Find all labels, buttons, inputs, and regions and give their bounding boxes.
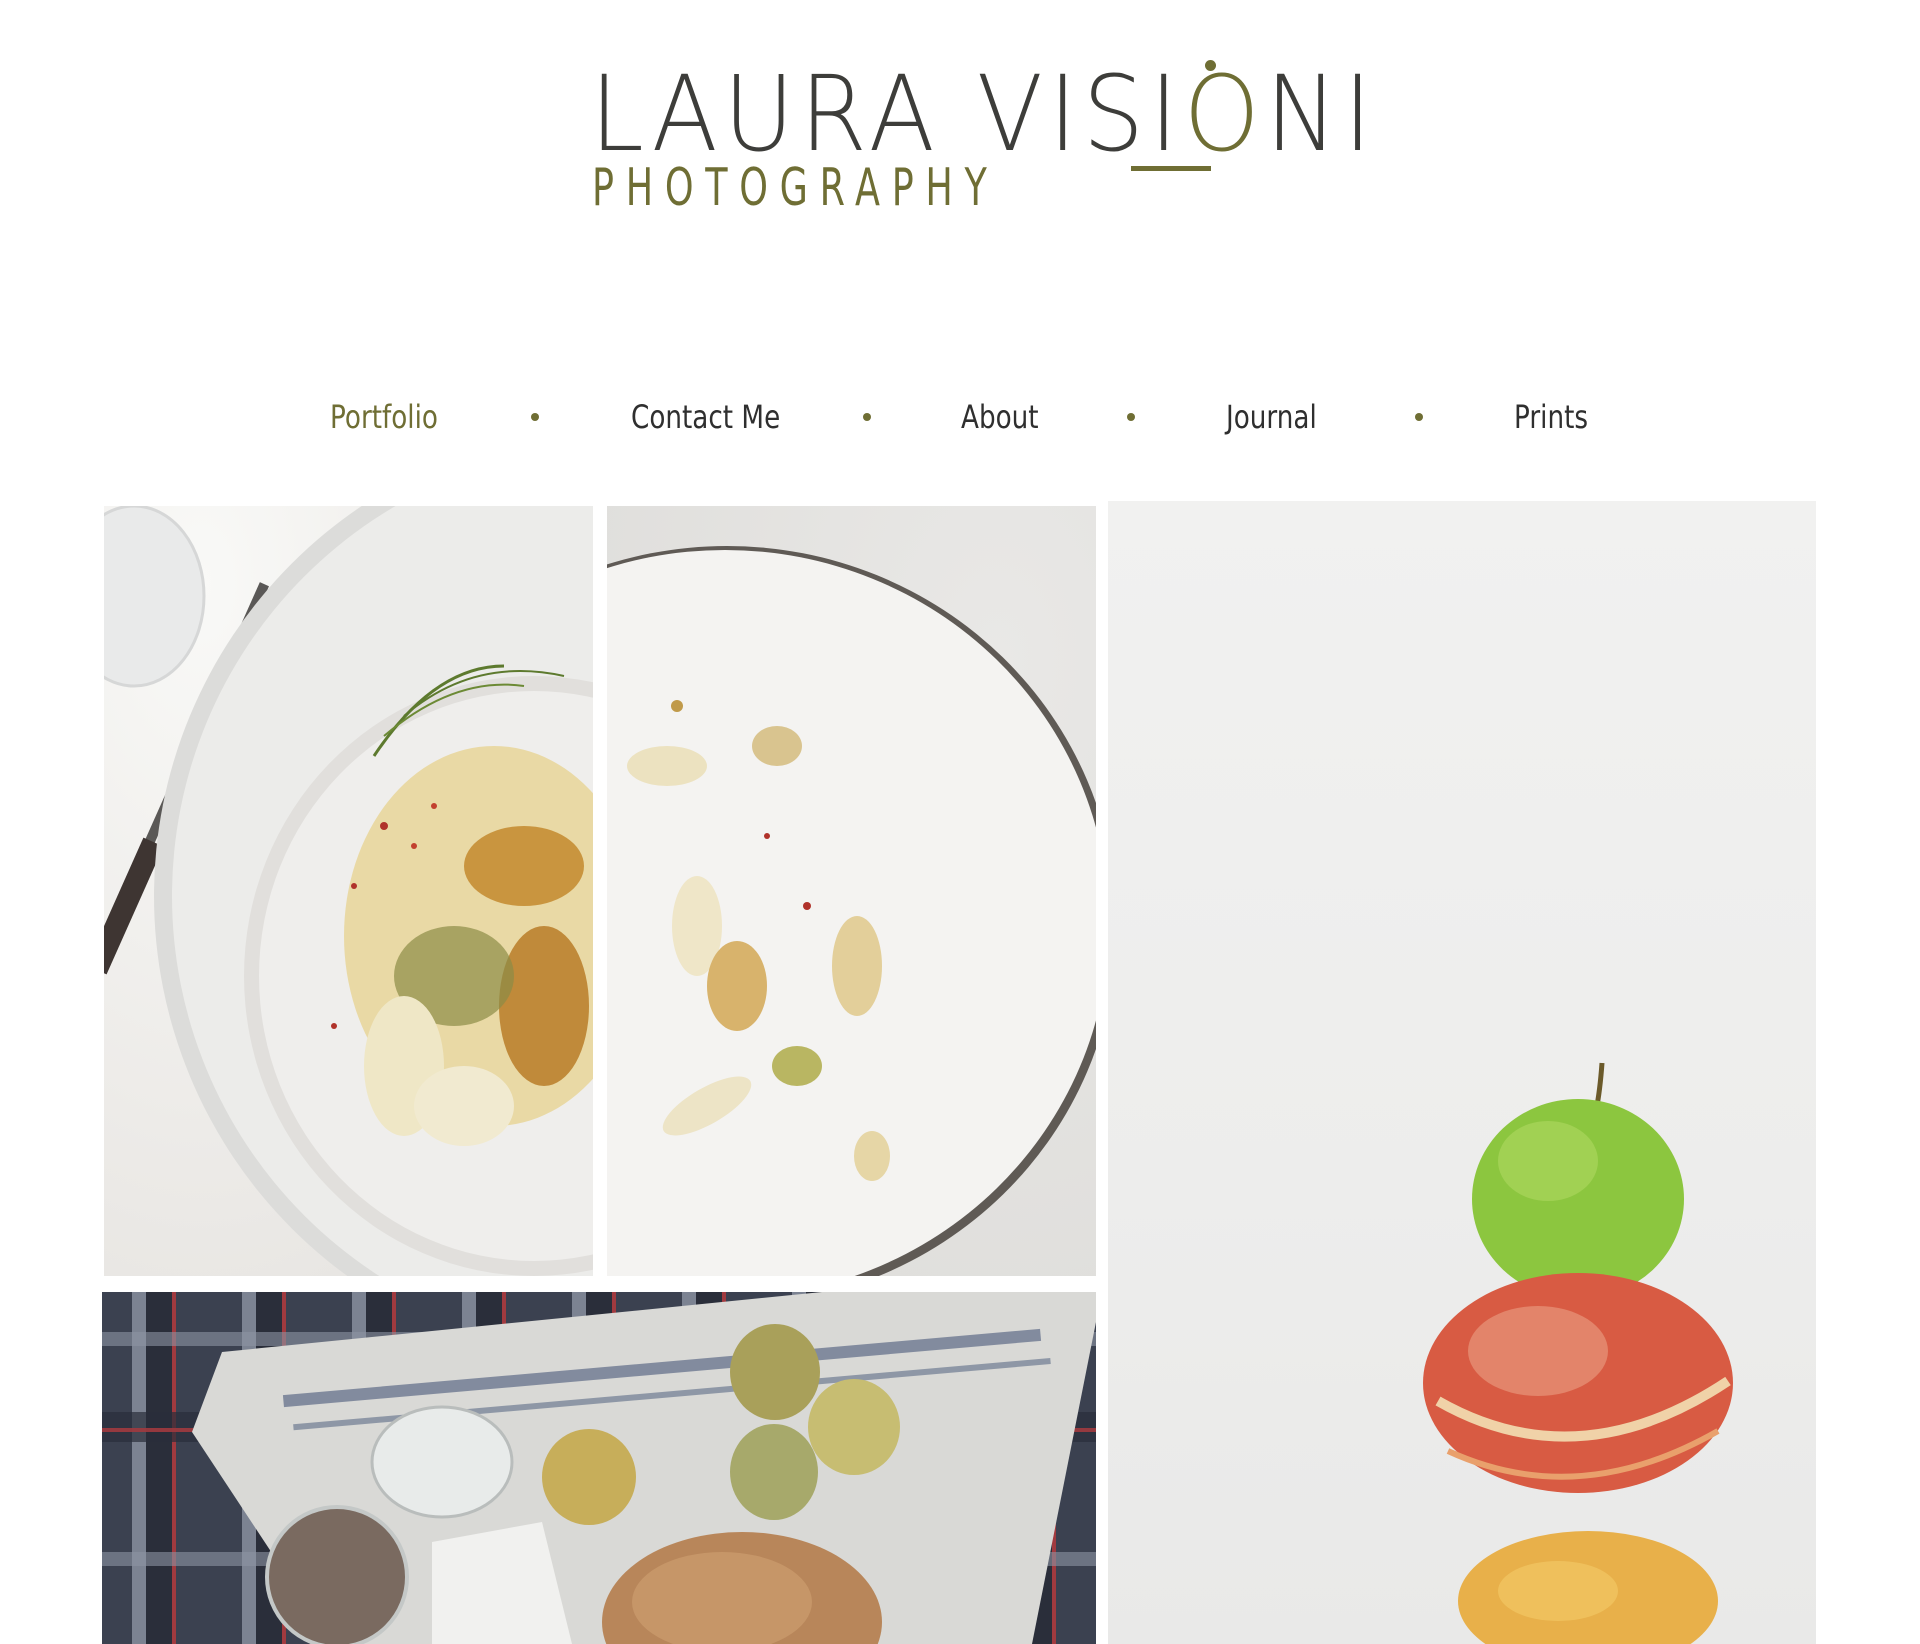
nav-separator-dot	[1127, 413, 1135, 421]
picnic-illustration	[102, 1292, 1096, 1644]
logo-dot-mark	[1205, 60, 1216, 71]
logo-bar-mark	[1131, 166, 1211, 171]
logo-name-part1: LAURA VISI	[590, 53, 1184, 175]
nav-item-portfolio[interactable]: Portfolio	[330, 392, 438, 442]
logo-tagline: PHOTOGRAPHY	[592, 158, 999, 218]
logo-name-o: O	[1183, 53, 1266, 175]
logo-wordmark: LAURA VISIONI	[590, 62, 1377, 166]
nav-item-prints[interactable]: Prints	[1514, 392, 1588, 442]
nav-item-journal[interactable]: Journal	[1226, 392, 1317, 442]
apples-illustration	[1423, 1062, 1733, 1644]
gallery-image-fennel-plate-left[interactable]	[104, 506, 593, 1276]
nav-separator-dot	[863, 413, 871, 421]
fennel-plate-left-illustration	[104, 506, 593, 1276]
gallery-image-picnic[interactable]	[102, 1292, 1096, 1644]
logo-name-part2: NI	[1265, 53, 1378, 175]
gallery-image-fennel-plate-right[interactable]	[607, 506, 1096, 1276]
fennel-plate-right-illustration	[607, 546, 1096, 1276]
nav-item-about[interactable]: About	[961, 392, 1039, 442]
nav-separator-dot	[1415, 413, 1423, 421]
nav-item-contact-me[interactable]: Contact Me	[631, 392, 780, 442]
gallery-image-apples[interactable]	[1108, 501, 1816, 1644]
nav-separator-dot	[531, 413, 539, 421]
main-navigation: Portfolio Contact Me About Journal Print…	[0, 392, 1920, 442]
site-logo[interactable]: LAURA VISIONI PHOTOGRAPHY	[590, 50, 1372, 230]
